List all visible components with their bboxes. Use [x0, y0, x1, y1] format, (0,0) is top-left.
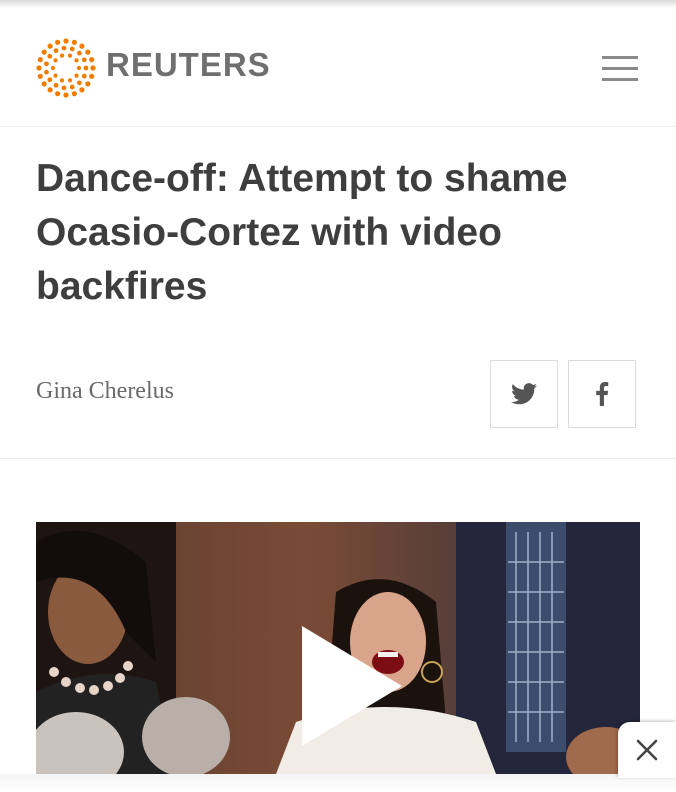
- logo-dot: [47, 77, 53, 83]
- top-edge-shadow: [0, 0, 676, 8]
- logo-dot: [81, 57, 87, 63]
- logo-dot: [76, 50, 82, 56]
- logo-dot: [53, 48, 59, 54]
- logo-dot: [37, 57, 43, 63]
- logo-dot: [44, 69, 49, 75]
- logo-dot: [69, 84, 75, 90]
- menu-line: [602, 67, 638, 70]
- logo-dot: [36, 65, 42, 71]
- logo-dot: [55, 91, 61, 97]
- logo-dot: [53, 82, 59, 88]
- logo-dot: [47, 53, 53, 59]
- logo-dot: [44, 61, 49, 67]
- logo-dot: [55, 39, 61, 45]
- logo-dot: [47, 43, 53, 49]
- logo-dot: [85, 81, 91, 87]
- hamburger-menu-icon[interactable]: [600, 52, 640, 84]
- logo-dot: [63, 38, 69, 44]
- logo-dot: [61, 45, 67, 51]
- logo-dot: [90, 65, 96, 71]
- facebook-f-icon: [596, 382, 609, 406]
- logo-dot: [50, 65, 56, 71]
- article-headline: Dance-off: Attempt to shame Ocasio-Corte…: [36, 157, 568, 308]
- logo-dot: [53, 73, 58, 78]
- logo-dot: [59, 53, 65, 58]
- logo-dot: [74, 58, 79, 63]
- facebook-share-button[interactable]: [568, 360, 636, 428]
- logo-dot: [79, 87, 85, 93]
- logo-dot: [67, 53, 73, 58]
- logo-dot: [61, 85, 67, 91]
- logo-dot: [69, 46, 75, 52]
- logo-dot: [81, 73, 87, 79]
- logo-dot: [79, 43, 85, 49]
- logo-dot: [53, 58, 58, 63]
- logo-dot: [74, 73, 79, 78]
- close-x-icon: [636, 739, 658, 761]
- twitter-share-button[interactable]: [490, 360, 558, 428]
- logo-dot: [83, 65, 89, 71]
- logo-dot: [71, 39, 77, 45]
- menu-line: [602, 78, 638, 81]
- logo-dot: [76, 80, 82, 86]
- logo-dot: [85, 49, 91, 55]
- logo-dot: [76, 65, 82, 71]
- menu-line: [602, 56, 638, 59]
- logo-dot: [89, 73, 95, 79]
- logo-dot: [67, 78, 73, 83]
- twitter-bird-icon: [511, 383, 537, 405]
- bottom-edge: [0, 774, 676, 792]
- logo-dot: [71, 91, 77, 97]
- logo-dot: [47, 87, 53, 93]
- site-header: REUTERS: [0, 8, 676, 127]
- logo-dot: [63, 92, 69, 98]
- video-player[interactable]: [36, 522, 640, 774]
- logo-dot: [37, 73, 43, 79]
- play-icon[interactable]: [298, 622, 406, 750]
- logo-dot: [41, 81, 47, 87]
- reuters-logo-icon[interactable]: [36, 38, 96, 98]
- byline-row: Gina Cherelus: [0, 356, 676, 459]
- author-name[interactable]: Gina Cherelus: [36, 378, 174, 405]
- logo-dot: [89, 57, 95, 63]
- brand-name[interactable]: REUTERS: [106, 46, 271, 84]
- close-ad-button[interactable]: [618, 722, 676, 778]
- logo-dot: [41, 49, 47, 55]
- logo-dot: [59, 78, 65, 83]
